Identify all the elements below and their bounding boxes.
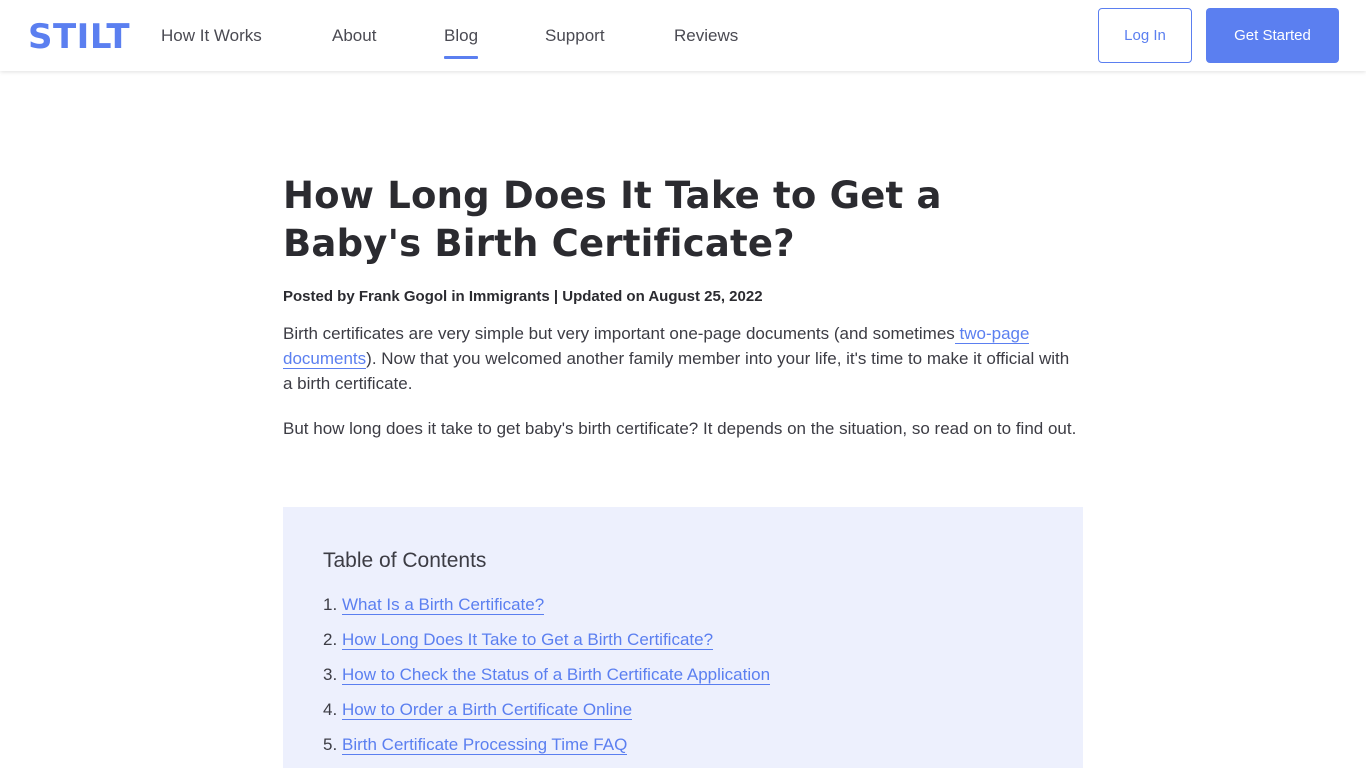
table-of-contents: Table of Contents 1. What Is a Birth Cert…: [283, 507, 1083, 768]
article-title: How Long Does It Take to Get a Baby's Bi…: [283, 174, 942, 265]
top-navigation-bar: STILT How It Works About Blog Support Re…: [0, 0, 1366, 71]
toc-title: Table of Contents: [323, 549, 487, 572]
nav-reviews[interactable]: Reviews: [674, 26, 738, 46]
toc-item-number: 1.: [323, 595, 338, 614]
log-in-button[interactable]: Log In: [1098, 8, 1192, 63]
nav-support[interactable]: Support: [545, 26, 605, 46]
toc-link-what-is-birth-certificate[interactable]: What Is a Birth Certificate?: [342, 595, 545, 615]
toc-item-number: 5.: [323, 735, 338, 754]
second-paragraph: But how long does it take to get baby's …: [283, 419, 1077, 438]
toc-list: 1. What Is a Birth Certificate? 2. How Lon…: [323, 593, 771, 768]
nav-about[interactable]: About: [332, 26, 376, 46]
toc-item: 5. Birth Certificate Processing Time FAQ: [323, 733, 770, 768]
intro-text-end: ). Now that you welcomed another family …: [283, 349, 1070, 393]
article: How Long Does It Take to Get a Baby's Bi…: [283, 172, 1083, 441]
intro-paragraph: Birth certificates are very simple but v…: [283, 321, 1083, 396]
toc-item: 3. How to Check the Status of a Birth Cer…: [323, 663, 771, 698]
toc-link-processing-faq[interactable]: Birth Certificate Processing Time FAQ: [342, 735, 628, 755]
toc-item: 2. How Long Does It Take to Get a Birth C…: [323, 628, 770, 663]
toc-item: 4. How to Order a Birth Certificate Onlin…: [323, 698, 770, 733]
toc-link-how-long[interactable]: How Long Does It Take to Get a Birth Cer…: [342, 630, 714, 650]
toc-item-number: 3.: [323, 665, 338, 684]
nav-how-it-works[interactable]: How It Works: [161, 26, 262, 46]
toc-link-check-status[interactable]: How to Check the Status of a Birth Certi…: [342, 665, 771, 685]
toc-item-number: 2.: [323, 630, 338, 649]
toc-item: 1. What Is a Birth Certificate?: [323, 593, 770, 628]
article-byline: Posted by Frank Gogol in Immigrants | Up…: [283, 288, 763, 305]
get-started-button[interactable]: Get Started: [1206, 8, 1339, 63]
toc-item-number: 4.: [323, 700, 338, 719]
intro-text-start: Birth certificates are very simple but v…: [283, 324, 955, 343]
toc-link-order-online[interactable]: How to Order a Birth Certificate Online: [342, 700, 633, 720]
nav-blog[interactable]: Blog: [444, 26, 479, 59]
stilt-logo[interactable]: STILT: [28, 17, 130, 57]
